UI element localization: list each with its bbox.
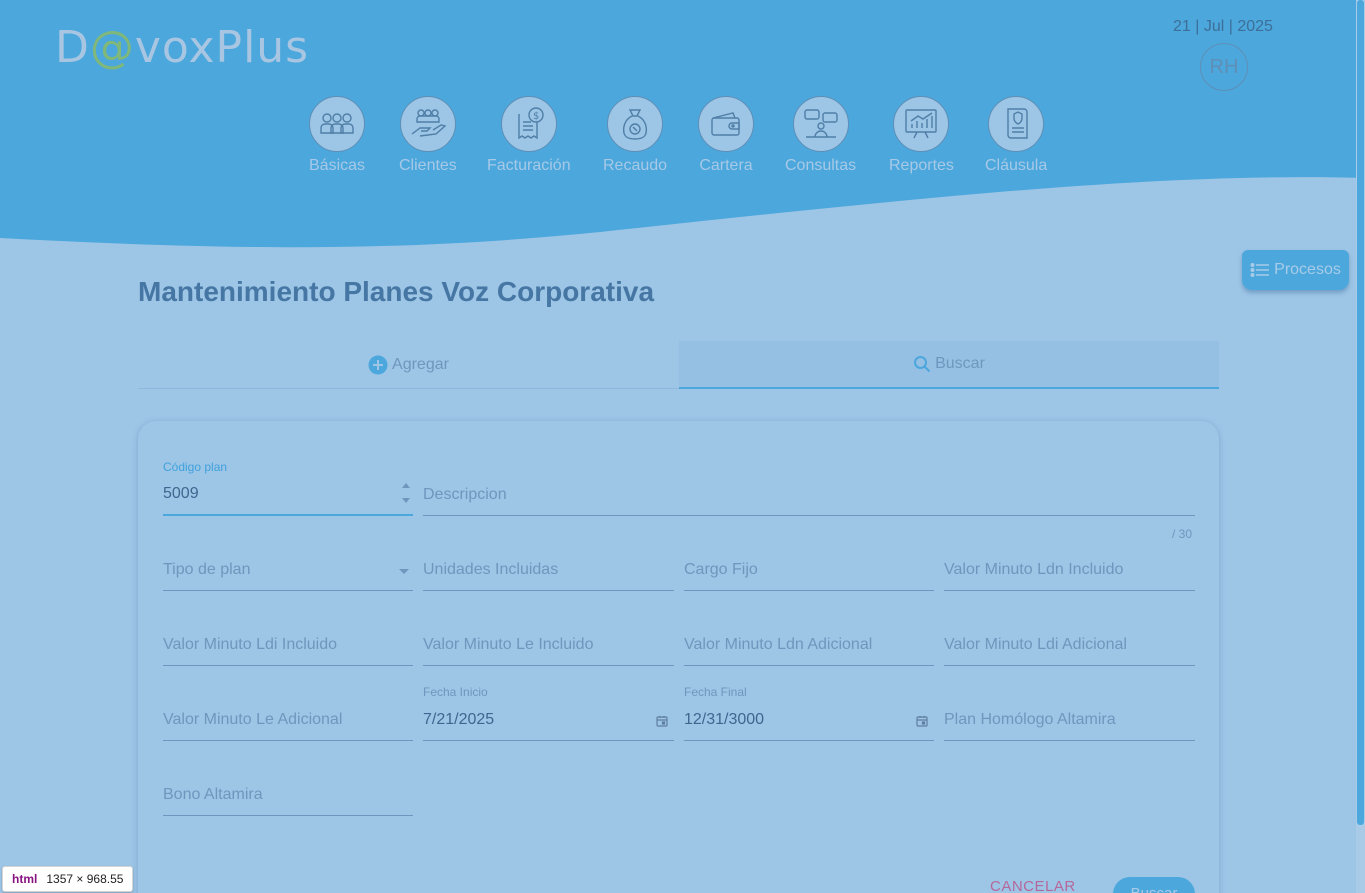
fecha-inicio-label: Fecha Inicio [423, 685, 488, 699]
hand-users-icon [399, 96, 456, 152]
descripcion-placeholder: Descripcion [423, 486, 507, 503]
nav-item-clientes[interactable]: Clientes [399, 96, 457, 175]
fecha-inicio-value: 7/21/2025 [423, 711, 495, 728]
nav-label: Cartera [699, 157, 753, 174]
fecha-final-label: Fecha Final [684, 685, 747, 699]
cargo-fijo-placeholder: Cargo Fijo [684, 561, 758, 578]
nav-item-recaudo[interactable]: Recaudo [603, 96, 667, 175]
bono-altamira-placeholder: Bono Altamira [163, 786, 263, 803]
buscar-submit-button[interactable]: Buscar [1113, 877, 1195, 893]
valor-min-ldi-incluido-field[interactable]: Valor Minuto Ldi Incluido [163, 610, 413, 666]
nav-item-clausula[interactable]: Cláusula [985, 96, 1047, 175]
codigo-plan-label: Código plan [163, 460, 228, 474]
valor-min-le-adicional-field[interactable]: Valor Minuto Le Adicional [163, 685, 413, 741]
cancel-button[interactable]: CANCELAR [990, 878, 1076, 893]
valor-min-le-incluido-placeholder: Valor Minuto Le Incluido [423, 636, 594, 653]
tab-agregar[interactable]: Agregar [138, 341, 679, 389]
nav-item-basicas[interactable]: Básicas [309, 96, 365, 175]
unidades-incluidas-field[interactable]: Unidades Incluidas [423, 535, 674, 591]
valor-min-ldi-incluido-placeholder: Valor Minuto Ldi Incluido [163, 636, 338, 653]
main-nav: Básicas Clientes $ Facturación Recaudo C… [0, 96, 1365, 186]
bono-altamira-field[interactable]: Bono Altamira [163, 760, 413, 816]
svg-text:$: $ [533, 111, 539, 122]
cargo-fijo-field[interactable]: Cargo Fijo [684, 535, 934, 591]
nav-label: Facturación [487, 157, 571, 174]
scrollbar-thumb[interactable] [1357, 0, 1364, 825]
current-date: 21 | Jul | 2025 [1173, 18, 1273, 35]
nav-item-cartera[interactable]: Cartera [698, 96, 754, 175]
invoice-dollar-icon: $ [500, 96, 557, 152]
procesos-label: Procesos [1274, 261, 1341, 278]
page-title: Mantenimiento Planes Voz Corporativa [138, 276, 655, 307]
devtools-element-badge: html 1357 × 968.55 [2, 866, 134, 892]
plus-circle-icon [368, 355, 388, 375]
app-logo[interactable]: D@voxPlus [55, 22, 309, 73]
tab-agregar-label: Agregar [392, 356, 449, 373]
fecha-final-field[interactable]: Fecha Final 12/31/3000 [684, 685, 934, 741]
tipo-plan-placeholder: Tipo de plan [163, 561, 251, 578]
contract-shield-icon [988, 96, 1045, 152]
unidades-incluidas-placeholder: Unidades Incluidas [423, 561, 559, 578]
chart-report-icon [893, 96, 950, 152]
valor-min-le-adicional-placeholder: Valor Minuto Le Adicional [163, 711, 343, 728]
number-spinner-icon[interactable] [401, 480, 411, 506]
list-icon [1250, 262, 1270, 278]
devtools-size: 1357 × 968.55 [46, 872, 124, 886]
fecha-final-value: 12/31/3000 [684, 711, 765, 728]
nav-item-facturacion[interactable]: $ Facturación [487, 96, 571, 175]
descripcion-field[interactable]: Descripcion [423, 460, 1195, 516]
nav-label: Reportes [889, 157, 954, 174]
user-avatar[interactable]: RH [1200, 43, 1248, 91]
chevron-down-icon [399, 569, 409, 574]
chat-people-icon [792, 96, 849, 152]
calendar-icon[interactable] [656, 715, 668, 727]
plan-homologo-field[interactable]: Plan Homólogo Altamira [944, 685, 1195, 741]
nav-item-reportes[interactable]: Reportes [889, 96, 954, 175]
wallet-icon [698, 96, 754, 152]
valor-min-ldi-adicional-field[interactable]: Valor Minuto Ldi Adicional [944, 610, 1195, 666]
search-icon [914, 356, 931, 373]
valor-min-ldn-adicional-field[interactable]: Valor Minuto Ldn Adicional [684, 610, 934, 666]
codigo-plan-field[interactable]: Código plan 5009 [163, 460, 413, 516]
valor-min-ldn-incluido-placeholder: Valor Minuto Ldn Incluido [944, 561, 1124, 578]
nav-item-consultas[interactable]: Consultas [785, 96, 856, 175]
valor-min-ldi-adicional-placeholder: Valor Minuto Ldi Adicional [944, 636, 1127, 653]
nav-label: Cláusula [985, 157, 1048, 174]
tab-buscar[interactable]: Buscar [679, 341, 1219, 389]
users-group-icon [309, 96, 366, 152]
tab-buscar-label: Buscar [935, 355, 985, 372]
nav-label: Básicas [309, 157, 366, 174]
nav-label: Clientes [399, 157, 457, 174]
valor-min-le-incluido-field[interactable]: Valor Minuto Le Incluido [423, 610, 674, 666]
nav-label: Recaudo [603, 157, 668, 174]
valor-min-ldn-adicional-placeholder: Valor Minuto Ldn Adicional [684, 636, 873, 653]
plan-homologo-placeholder: Plan Homólogo Altamira [944, 711, 1116, 728]
valor-min-ldn-incluido-field[interactable]: Valor Minuto Ldn Incluido [944, 535, 1195, 591]
tab-bar: Agregar Buscar [138, 341, 1219, 389]
codigo-plan-value: 5009 [163, 485, 199, 502]
nav-label: Consultas [785, 157, 857, 174]
calendar-icon[interactable] [916, 715, 928, 727]
money-bag-icon [607, 96, 664, 152]
procesos-button[interactable]: Procesos [1242, 250, 1349, 290]
fecha-inicio-field[interactable]: Fecha Inicio 7/21/2025 [423, 685, 674, 741]
tipo-plan-select[interactable]: Tipo de plan [163, 535, 413, 591]
devtools-tag-name: html [12, 872, 38, 886]
